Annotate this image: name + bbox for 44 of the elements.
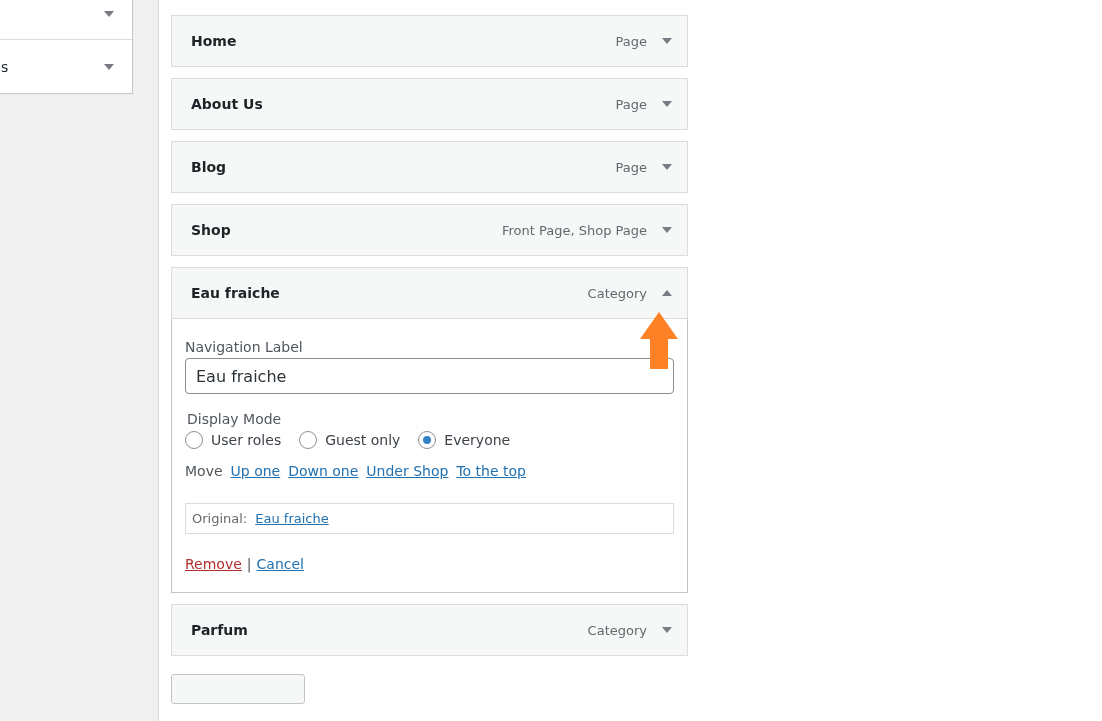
- separator: |: [246, 556, 252, 572]
- menu-item-header[interactable]: Parfum Category: [171, 604, 688, 656]
- caret-icon[interactable]: [662, 164, 672, 170]
- caret-icon[interactable]: [662, 101, 672, 107]
- field-label: Display Mode: [186, 411, 283, 427]
- move-link[interactable]: Up one: [230, 463, 281, 479]
- move-label: Move: [185, 463, 223, 479]
- menu-item-type: Page: [615, 33, 647, 49]
- menu-item-title: Home: [191, 33, 237, 49]
- caret-icon[interactable]: [662, 38, 672, 44]
- menu-item-type: Page: [615, 96, 647, 112]
- menu-item-type: Category: [587, 285, 647, 301]
- radio-option[interactable]: Guest only: [299, 431, 401, 449]
- move-link[interactable]: Down one: [288, 463, 359, 479]
- caret-icon[interactable]: [662, 227, 672, 233]
- radio-option[interactable]: Everyone: [418, 431, 511, 449]
- menu-item-header[interactable]: Blog Page: [171, 141, 688, 193]
- menu-item-title: Eau fraiche: [191, 285, 280, 301]
- menu-item-title: Shop: [191, 222, 231, 238]
- menu-item-title: Blog: [191, 159, 227, 175]
- remove-link[interactable]: Remove: [185, 556, 242, 572]
- menu-item-title: Parfum: [191, 622, 248, 638]
- menu-item-header[interactable]: Shop Front Page, Shop Page: [171, 204, 688, 256]
- caret-icon[interactable]: [104, 63, 114, 70]
- move-link[interactable]: To the top: [456, 463, 526, 479]
- field-label: Navigation Label: [185, 339, 304, 355]
- menu-item-type: Category: [587, 622, 647, 638]
- original-label: Original:: [192, 511, 248, 526]
- menu-item-title: About Us: [191, 96, 263, 112]
- menu-item-type: Front Page, Shop Page: [501, 222, 647, 238]
- caret-icon[interactable]: [104, 10, 114, 17]
- navigation-label-field[interactable]: Eau fraiche: [185, 358, 674, 394]
- sidebar-item-label: s: [1, 58, 9, 75]
- caret-icon[interactable]: [662, 290, 672, 296]
- move-link[interactable]: Under Shop: [366, 463, 449, 479]
- menu-item-header[interactable]: Eau fraiche Category: [171, 267, 688, 319]
- radio-option[interactable]: User roles: [185, 431, 282, 449]
- original-link[interactable]: Eau fraiche: [255, 511, 329, 526]
- caret-icon[interactable]: [662, 627, 672, 633]
- cancel-link[interactable]: Cancel: [256, 556, 304, 572]
- sidebar-item[interactable]: s: [0, 39, 132, 93]
- menu-item-type: Page: [615, 159, 647, 175]
- menu-item-header[interactable]: About Us Page: [171, 78, 688, 130]
- menu-item-header[interactable]: Home Page: [171, 15, 688, 67]
